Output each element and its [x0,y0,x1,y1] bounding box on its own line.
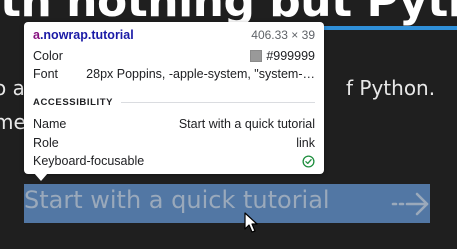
role-value: link [296,136,315,150]
check-circle-icon [302,154,315,168]
name-label: Name [33,117,67,131]
long-arrow-right-icon[interactable] [390,187,430,221]
font-row: Font 28px Poppins, -apple-system, "syste… [33,66,315,82]
paragraph-line-1-right: f Python. [346,76,436,100]
color-label: Color [33,49,63,63]
font-label: Font [33,67,59,81]
selector-class: .nowrap.tutorial [39,28,134,42]
keyboard-focusable-row: Keyboard-focusable [33,153,315,169]
paragraph-line-2-left: me [0,110,26,134]
name-value: Start with a quick tutorial [178,117,315,131]
inspect-tooltip: a.nowrap.tutorial 406.33 × 39 Color #999… [24,22,324,174]
keyboard-focusable-label: Keyboard-focusable [33,154,145,168]
color-swatch [250,50,263,62]
selector-tag: a [33,28,40,42]
mouse-pointer-icon [244,212,258,233]
accessibility-heading: ACCESSIBILITY [33,97,114,108]
font-value: 28px Poppins, -apple-system, "system-… [86,67,315,81]
heading-underline [317,26,457,30]
name-row: Name Start with a quick tutorial [33,116,315,132]
role-label: Role [33,136,59,150]
role-row: Role link [33,135,315,151]
color-row: Color #999999 [33,48,315,64]
tooltip-header: a.nowrap.tutorial 406.33 × 39 [33,27,315,43]
element-selector: a.nowrap.tutorial [33,27,134,43]
paragraph-line-1-left: o a [0,76,25,100]
element-dimensions: 406.33 × 39 [251,28,315,42]
color-value: #999999 [250,48,315,64]
tooltip-pointer [34,173,48,181]
accessibility-section-title: ACCESSIBILITY [33,97,315,108]
section-divider [121,102,315,103]
color-hex: #999999 [266,49,315,63]
quick-tutorial-link[interactable]: Start with a quick tutorial [24,186,330,214]
